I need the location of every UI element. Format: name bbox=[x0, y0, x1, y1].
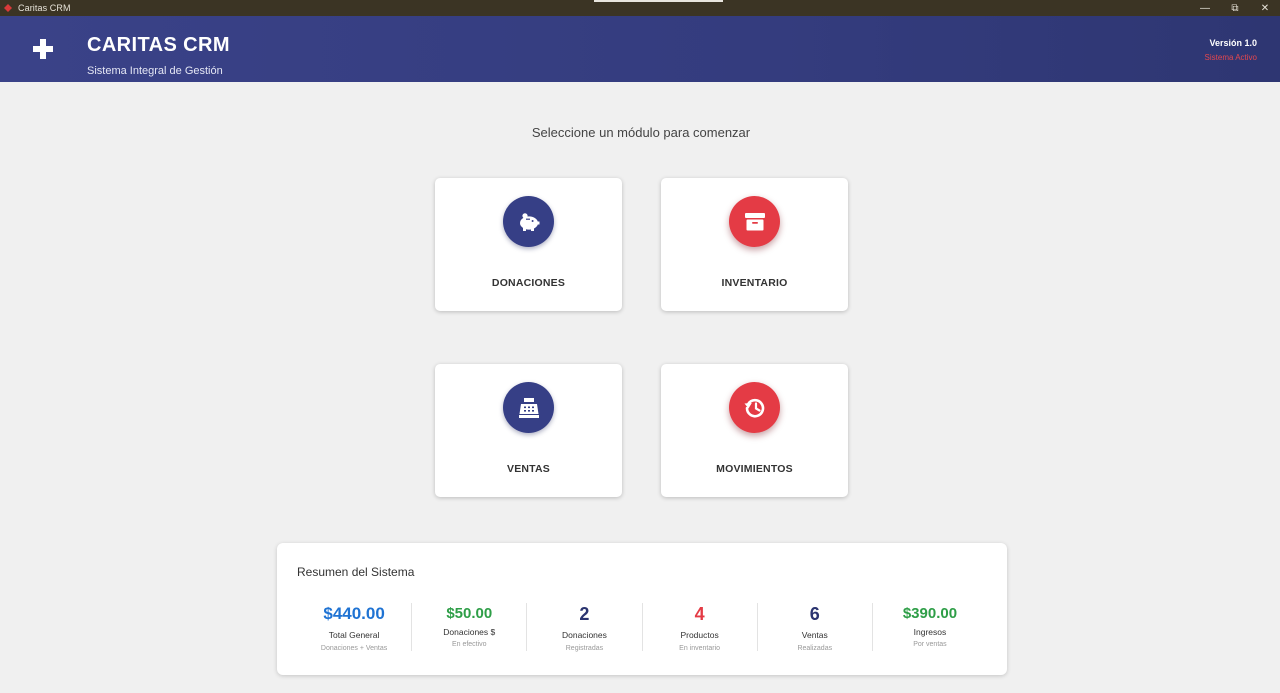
stat-donaciones-dinero: $50.00 Donaciones $ En efectivo bbox=[412, 603, 528, 651]
module-label: INVENTARIO bbox=[721, 277, 788, 289]
summary-title: Resumen del Sistema bbox=[297, 565, 415, 579]
stat-value: 4 bbox=[694, 604, 705, 624]
app-subtitle: Sistema Integral de Gestión bbox=[87, 65, 223, 77]
module-icon-circle bbox=[729, 196, 780, 247]
stat-value: 6 bbox=[809, 604, 820, 624]
titlebar-highlight bbox=[594, 0, 723, 2]
summary-stats: $440.00 Total General Donaciones + Venta… bbox=[297, 603, 987, 652]
stat-sublabel: Registradas bbox=[565, 645, 604, 652]
plus-icon bbox=[33, 39, 53, 59]
module-card-ventas[interactable]: VENTAS bbox=[435, 364, 622, 497]
stat-label: Donaciones bbox=[561, 630, 607, 640]
module-label: VENTAS bbox=[506, 463, 550, 475]
system-status: Sistema Activo bbox=[1204, 53, 1257, 62]
stat-label: Total General bbox=[328, 630, 380, 640]
stat-value: 2 bbox=[579, 604, 590, 624]
module-card-movimientos[interactable]: MOVIMIENTOS bbox=[661, 364, 848, 497]
minimize-button[interactable]: — bbox=[1190, 0, 1220, 16]
module-card-donaciones[interactable]: DONACIONES bbox=[435, 178, 622, 311]
piggy-bank-icon bbox=[519, 212, 539, 231]
stat-sublabel: En inventario bbox=[679, 645, 721, 652]
close-button[interactable]: ✕ bbox=[1250, 0, 1280, 16]
stat-value: $390.00 bbox=[902, 605, 958, 622]
app-brand: CARITAS CRM bbox=[87, 34, 230, 56]
module-label: DONACIONES bbox=[491, 277, 566, 289]
version-label: Versión 1.0 bbox=[1209, 38, 1257, 48]
window-title: Caritas CRM bbox=[18, 3, 71, 13]
app-icon bbox=[4, 4, 12, 12]
stat-sublabel: Donaciones + Ventas bbox=[320, 645, 388, 652]
module-label: MOVIMIENTOS bbox=[716, 463, 793, 475]
stat-label: Ventas bbox=[801, 630, 828, 640]
stat-label: Ingresos bbox=[913, 627, 947, 637]
stat-productos: 4 Productos En inventario bbox=[643, 603, 758, 652]
module-icon-circle bbox=[503, 382, 554, 433]
stat-value: $50.00 bbox=[446, 605, 493, 622]
module-icon-circle bbox=[729, 382, 780, 433]
stat-value: $440.00 bbox=[323, 604, 385, 623]
restore-button[interactable]: ⧉ bbox=[1220, 0, 1250, 16]
stat-ventas: 6 Ventas Realizadas bbox=[758, 603, 873, 652]
module-card-inventario[interactable]: INVENTARIO bbox=[661, 178, 848, 311]
stat-sublabel: Por ventas bbox=[913, 641, 947, 648]
stat-ingresos: $390.00 Ingresos Por ventas bbox=[873, 603, 987, 651]
stat-label: Donaciones $ bbox=[443, 627, 496, 637]
cash-register-icon bbox=[518, 397, 539, 418]
module-icon-circle bbox=[503, 196, 554, 247]
stat-label: Productos bbox=[680, 630, 719, 640]
window-controls: — ⧉ ✕ bbox=[1190, 0, 1280, 16]
window-titlebar: Caritas CRM — ⧉ ✕ bbox=[0, 0, 1280, 16]
archive-box-icon bbox=[744, 212, 765, 230]
stat-sublabel: En efectivo bbox=[451, 641, 487, 648]
system-summary-panel: Resumen del Sistema $440.00 Total Genera… bbox=[277, 543, 1007, 675]
module-prompt: Seleccione un módulo para comenzar bbox=[531, 125, 751, 140]
stat-total-general: $440.00 Total General Donaciones + Venta… bbox=[297, 603, 413, 652]
stat-donaciones: 2 Donaciones Registradas bbox=[527, 603, 643, 652]
app-header: CARITAS CRM Sistema Integral de Gestión … bbox=[0, 16, 1280, 82]
history-icon bbox=[744, 398, 764, 417]
stat-sublabel: Realizadas bbox=[797, 645, 833, 652]
